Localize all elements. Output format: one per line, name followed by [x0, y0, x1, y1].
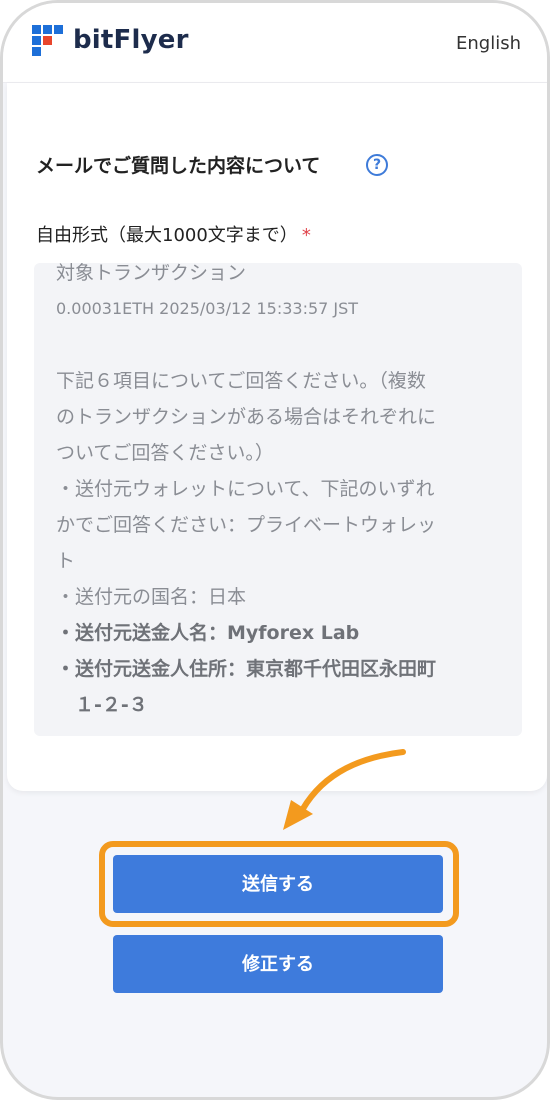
free-text-label-text: 自由形式（最大1000文字まで） — [36, 225, 298, 246]
textarea-line: かでご回答ください：プライベートウォレッ — [56, 514, 437, 536]
app-header: bitFlyer English — [3, 3, 547, 83]
edit-button[interactable]: 修正する — [113, 935, 443, 993]
language-switch-link[interactable]: English — [456, 33, 521, 54]
textarea-blank-line — [56, 327, 496, 363]
submit-button[interactable]: 送信する — [113, 855, 443, 913]
textarea-line: ・送付元の国名：日本 — [56, 586, 247, 608]
textarea-line: 下記６項目についてご回答ください。（複数 — [56, 370, 426, 392]
help-icon[interactable]: ? — [366, 154, 388, 176]
textarea-line: ト — [56, 550, 76, 572]
pointer-arrow-icon — [283, 749, 406, 830]
textarea-line: ・送付元送金人名：Myforex Lab — [56, 622, 360, 644]
free-text-textarea[interactable]: 対象トランザクション 0.00031ETH 2025/03/12 15:33:5… — [34, 263, 522, 736]
textarea-line: １-２-３ — [56, 694, 148, 716]
textarea-line: 0.00031ETH 2025/03/12 15:33:57 JST — [56, 299, 359, 318]
free-text-label: 自由形式（最大1000文字まで） * — [36, 221, 311, 247]
textarea-line: ついてご回答ください。） — [56, 442, 274, 464]
phone-frame: bitFlyer English メールでご質問した内容について ? 自由形式（… — [0, 0, 550, 1100]
textarea-line: のトランザクションがある場合はそれぞれに — [56, 406, 437, 428]
bitflyer-logo-icon — [32, 25, 63, 56]
textarea-line: ・送付元送金人住所：東京都千代田区永田町 — [56, 658, 437, 680]
logo-text: bitFlyer — [73, 25, 189, 55]
textarea-line: 対象トランザクション — [56, 263, 247, 284]
section-title: メールでご質問した内容について — [36, 155, 321, 177]
required-mark: * — [301, 225, 311, 246]
form-card: メールでご質問した内容について ? 自由形式（最大1000文字まで） * 対象トラ… — [7, 83, 547, 791]
textarea-line: ・送付元ウォレットについて、下記のいずれ — [56, 478, 435, 500]
